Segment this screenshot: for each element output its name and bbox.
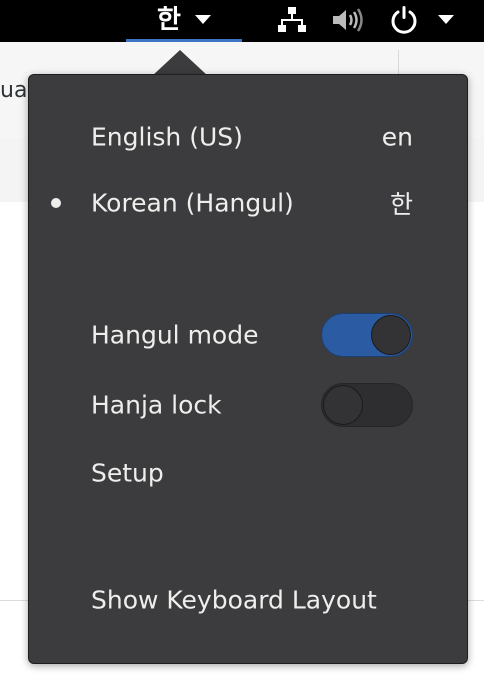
menu-item-label: Show Keyboard Layout	[91, 585, 377, 615]
layout-code: en	[381, 122, 413, 152]
menu-item-korean-hangul[interactable]: Korean (Hangul) 한	[29, 175, 467, 231]
menu-item-english-us[interactable]: English (US) en	[29, 109, 467, 165]
menu-item-show-keyboard-layout[interactable]: Show Keyboard Layout	[29, 572, 467, 628]
input-method-indicator[interactable]: 한	[126, 0, 242, 42]
menu-item-label: Korean (Hangul)	[91, 188, 294, 218]
input-source-menu: English (US) en Korean (Hangul) 한 Hangul…	[28, 74, 468, 664]
top-bar: 한	[0, 0, 484, 42]
popover-arrow	[152, 50, 208, 76]
input-method-label: 한	[157, 4, 181, 35]
active-bullet-icon	[51, 198, 61, 208]
menu-item-setup[interactable]: Setup	[29, 445, 467, 501]
menu-item-label: Hangul mode	[91, 320, 259, 350]
menu-item-label: Hanja lock	[91, 390, 222, 420]
hanja-lock-switch[interactable]	[321, 383, 413, 427]
volume-icon[interactable]	[330, 4, 364, 40]
dropdown-arrow-icon	[194, 15, 211, 24]
power-icon[interactable]	[388, 4, 420, 40]
layout-code: 한	[389, 190, 413, 219]
network-wired-icon[interactable]	[276, 4, 308, 40]
menu-item-label: Setup	[91, 458, 164, 488]
switch-knob	[371, 315, 411, 355]
system-menu-arrow-icon[interactable]	[436, 10, 456, 34]
switch-knob	[323, 385, 363, 425]
background-partial-label: ua	[0, 78, 28, 103]
menu-item-hanja-lock[interactable]: Hanja lock	[29, 377, 467, 433]
menu-item-hangul-mode[interactable]: Hangul mode	[29, 307, 467, 363]
menu-item-label: English (US)	[91, 122, 243, 152]
hangul-mode-switch[interactable]	[321, 313, 413, 357]
